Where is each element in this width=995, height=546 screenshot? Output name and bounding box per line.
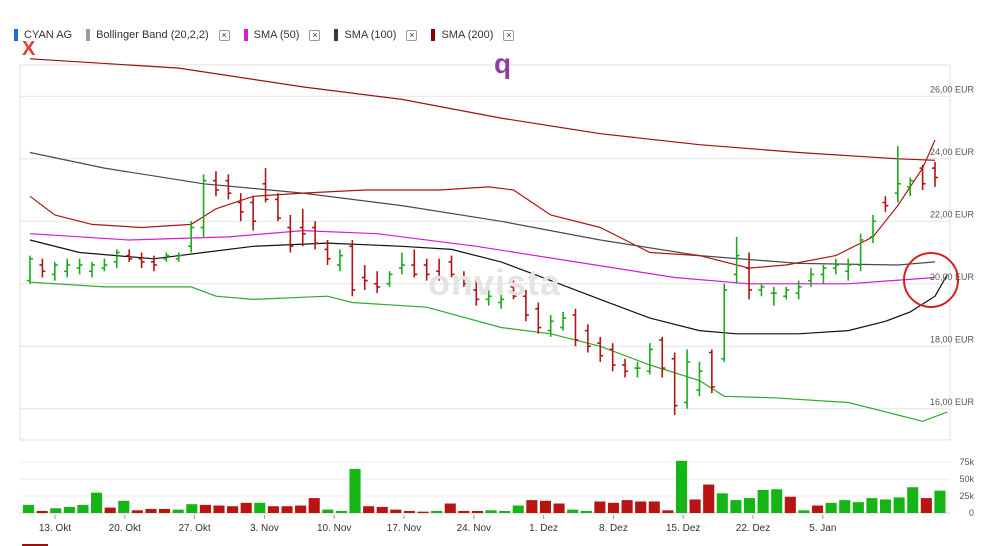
volume-bar — [920, 498, 932, 513]
volume-bar — [907, 487, 919, 513]
volume-tick-label: 0 — [969, 508, 974, 518]
x-tick-label: 27. Okt — [178, 523, 210, 534]
volume-bar — [254, 502, 266, 513]
volume-bar — [335, 510, 347, 513]
x-tick-label: 22. Dez — [736, 523, 770, 534]
volume-bar — [485, 510, 497, 513]
volume-bar — [703, 484, 715, 513]
x-tick-label: 20. Okt — [109, 523, 141, 534]
volume-bar — [879, 499, 892, 513]
volume-bar — [444, 503, 456, 513]
volume-bar — [771, 489, 783, 513]
volume-bar — [784, 496, 796, 513]
volume-bar — [839, 500, 851, 513]
x-tick-label: 5. Jan — [809, 523, 836, 534]
volume-bar — [757, 489, 769, 513]
volume-bar — [227, 506, 239, 513]
volume-bar — [267, 506, 279, 513]
volume-bar — [77, 504, 89, 513]
volume-bar — [499, 510, 511, 513]
y-tick-label: 24,00 EUR — [930, 147, 975, 157]
volume-bar — [308, 498, 320, 513]
volume-bar — [213, 505, 225, 513]
volume-bar — [730, 500, 742, 513]
volume-bar — [662, 510, 674, 513]
volume-bar — [295, 505, 307, 513]
volume-bar — [23, 504, 35, 513]
volume-bar — [635, 501, 647, 513]
volume-tick-label: 75k — [959, 457, 974, 467]
volume-bar — [648, 501, 660, 513]
volume-bar — [893, 497, 905, 513]
x-tick-label: 15. Dez — [666, 523, 700, 534]
volume-bar — [471, 510, 483, 513]
volume-axis-labels: 75k 50k 25k 0 — [959, 457, 974, 518]
volume-bar — [63, 506, 75, 513]
volume-bar — [621, 500, 633, 513]
volume-bar — [240, 502, 252, 513]
x-tick-label: 24. Nov — [457, 523, 491, 534]
volume-bar — [131, 510, 143, 513]
volume-bar — [118, 500, 130, 513]
volume-bar — [172, 509, 184, 513]
volume-bar — [852, 502, 864, 513]
x-tick-label: 1. Dez — [529, 523, 558, 534]
volume-bar — [743, 498, 756, 513]
volume-bar — [675, 460, 688, 513]
volume-bar — [798, 510, 810, 513]
volume-bar — [390, 509, 402, 513]
volume-bar — [689, 499, 701, 513]
volume-bar — [866, 498, 878, 513]
volume-bar — [363, 506, 375, 513]
y-tick-label: 20,00 EUR — [930, 272, 975, 282]
volume-bar — [91, 492, 103, 513]
volume-bar — [553, 503, 565, 513]
volume-bar — [322, 509, 334, 513]
y-tick-label: 26,00 EUR — [930, 84, 975, 94]
volume-bar — [145, 508, 157, 513]
y-tick-label: 16,00 EUR — [930, 397, 975, 407]
x-tick-label: 10. Nov — [317, 523, 351, 534]
volume-bar — [431, 510, 443, 513]
annotation-x: X — [22, 38, 36, 60]
volume-bar — [458, 510, 470, 513]
volume-bar — [526, 500, 538, 513]
annotation-q: q — [494, 48, 512, 79]
volume-bar — [512, 505, 524, 513]
volume-bar — [539, 500, 552, 513]
x-tick-label: 13. Okt — [39, 523, 71, 534]
y-tick-label: 18,00 EUR — [930, 334, 975, 344]
volume-tick-label: 25k — [959, 491, 974, 501]
volume-bar — [281, 506, 293, 513]
volume-bar — [567, 509, 579, 513]
volume-bar — [607, 502, 620, 513]
watermark-logo: onvista — [428, 262, 562, 303]
volume-bar — [159, 508, 171, 513]
volume-bar — [104, 507, 116, 513]
volume-bar — [825, 502, 837, 513]
volume-bar — [186, 504, 198, 513]
x-tick-label: 3. Nov — [250, 523, 279, 534]
volume-tick-label: 50k — [959, 474, 974, 484]
volume-bar — [36, 510, 48, 513]
y-tick-label: 22,00 EUR — [930, 209, 975, 219]
volume-bar — [199, 504, 211, 513]
volume-bar — [934, 490, 946, 513]
volume-bar — [811, 505, 824, 513]
volume-bar — [349, 468, 361, 513]
x-axis-labels: 13. Okt 20. Okt 27. Okt 3. Nov 10. Nov 17. No… — [39, 515, 836, 534]
volume-bar — [403, 510, 415, 513]
volume-bar — [716, 493, 728, 513]
volume-panel — [20, 460, 950, 514]
volume-bar — [580, 510, 592, 513]
price-panel-border — [19, 64, 951, 441]
x-tick-label: 17. Nov — [387, 523, 421, 534]
volume-bar — [376, 506, 388, 513]
volume-bar — [594, 501, 606, 513]
x-tick-label: 8. Dez — [599, 523, 628, 534]
volume-bar — [417, 511, 429, 513]
volume-bar — [50, 508, 62, 513]
